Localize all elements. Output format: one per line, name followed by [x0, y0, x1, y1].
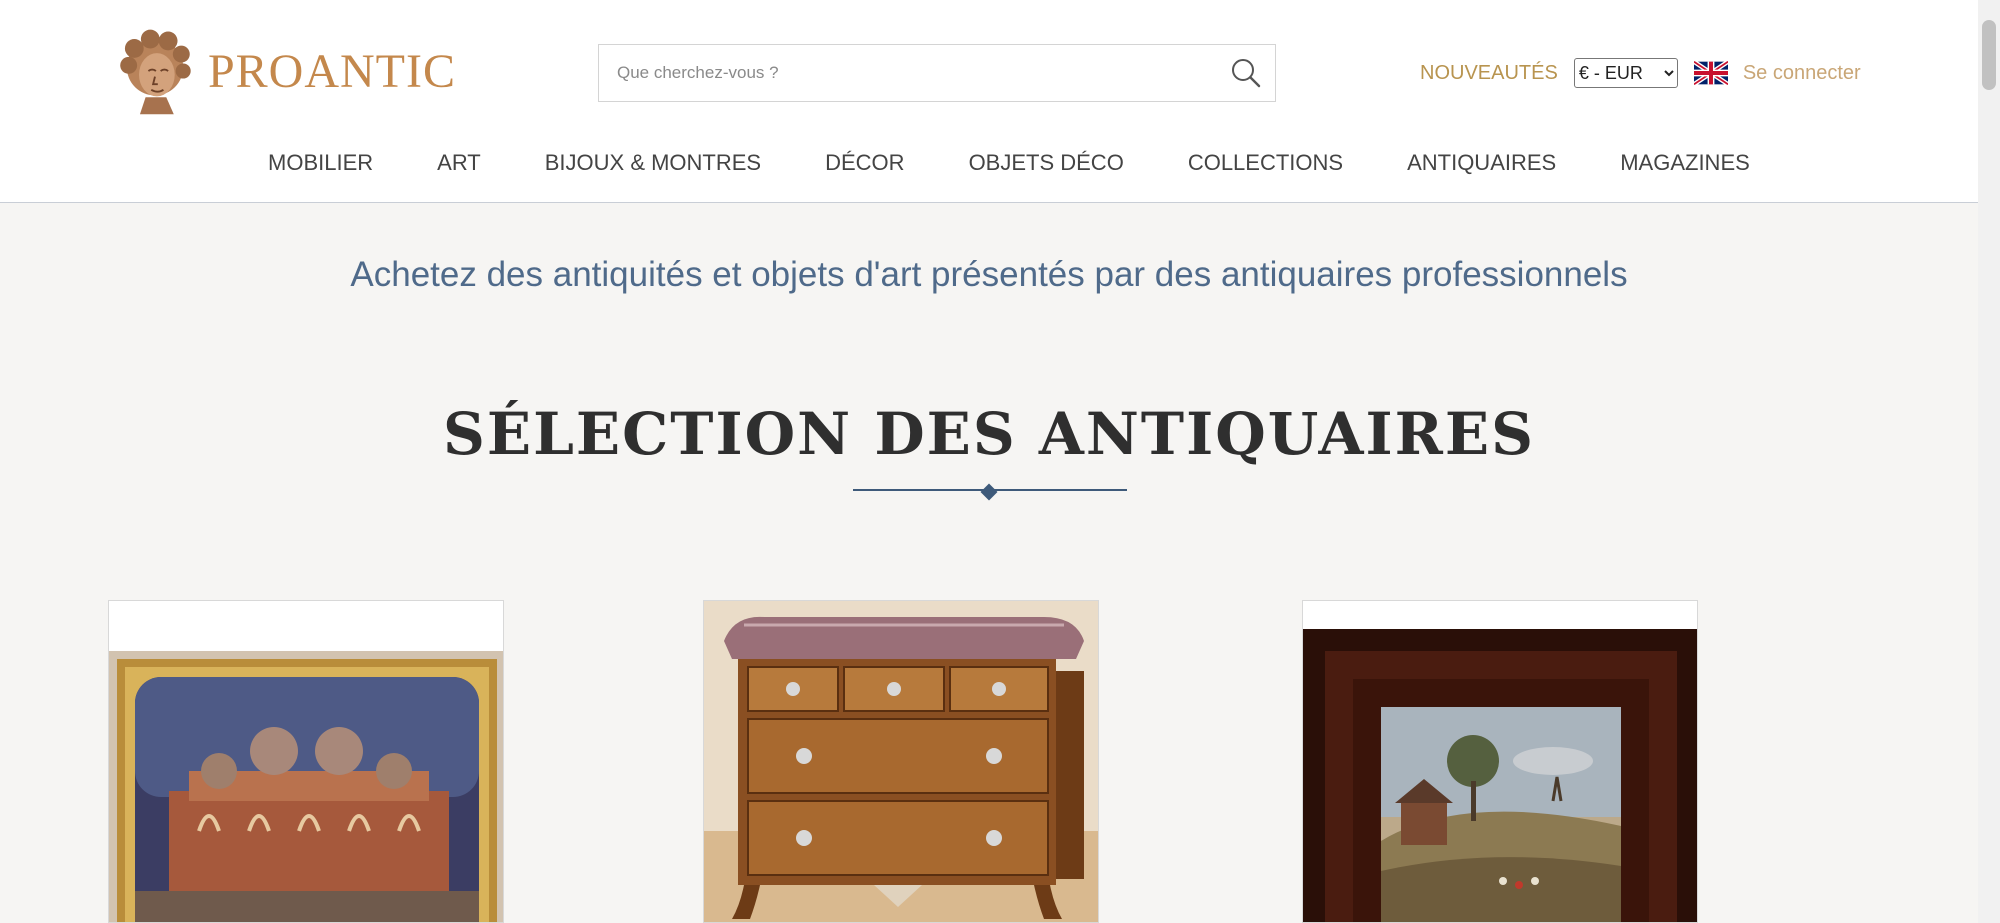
nav-item-decor[interactable]: DÉCOR [825, 150, 904, 176]
scrollbar-thumb[interactable] [1982, 20, 1996, 90]
nav-item-collections[interactable]: COLLECTIONS [1188, 150, 1343, 176]
nav-item-mobilier[interactable]: MOBILIER [268, 150, 373, 176]
nav-item-bijoux-montres[interactable]: BIJOUX & MONTRES [545, 150, 761, 176]
main-navigation: MOBILIER ART BIJOUX & MONTRES DÉCOR OBJE… [108, 124, 1848, 202]
brand-name: PROANTIC [207, 44, 456, 98]
product-image-landscape [1303, 601, 1697, 922]
product-card-painting-venice[interactable] [108, 600, 504, 923]
title-diamond-ornament [980, 483, 998, 501]
section-title: SÉLECTION DES ANTIQUAIRES [443, 400, 1535, 468]
nav-item-objets-deco[interactable]: OBJETS DÉCO [969, 150, 1124, 176]
product-card-landscape-painting[interactable] [1302, 600, 1698, 923]
dealer-selection-carousel [108, 600, 1698, 923]
uk-flag-icon[interactable] [1693, 61, 1728, 85]
site-header: PROANTIC NOUVEAUTÉS € - EUR Se connecter… [0, 0, 1978, 203]
search-button[interactable] [1217, 45, 1275, 101]
nav-item-antiquaires[interactable]: ANTIQUAIRES [1407, 150, 1556, 176]
search-bar [598, 44, 1276, 102]
logo-head-icon [120, 29, 191, 115]
new-arrivals-link[interactable]: NOUVEAUTÉS [1420, 62, 1558, 85]
site-logo[interactable]: PROANTIC [108, 20, 456, 122]
search-icon [1232, 59, 1261, 88]
product-image-commode [704, 601, 1098, 922]
nav-item-art[interactable]: ART [437, 150, 481, 176]
search-input[interactable] [599, 45, 1217, 101]
page-scrollbar[interactable] [1978, 0, 2000, 923]
product-image-venice-painting [109, 601, 503, 922]
product-card-commode[interactable] [703, 600, 1099, 923]
currency-select[interactable]: € - EUR [1573, 58, 1678, 88]
header-utilities: NOUVEAUTÉS € - EUR Se connecter [1420, 56, 1861, 90]
site-tagline: Achetez des antiquités et objets d'art p… [350, 255, 1628, 294]
nav-item-magazines[interactable]: MAGAZINES [1620, 150, 1750, 176]
login-link[interactable]: Se connecter [1743, 62, 1861, 85]
